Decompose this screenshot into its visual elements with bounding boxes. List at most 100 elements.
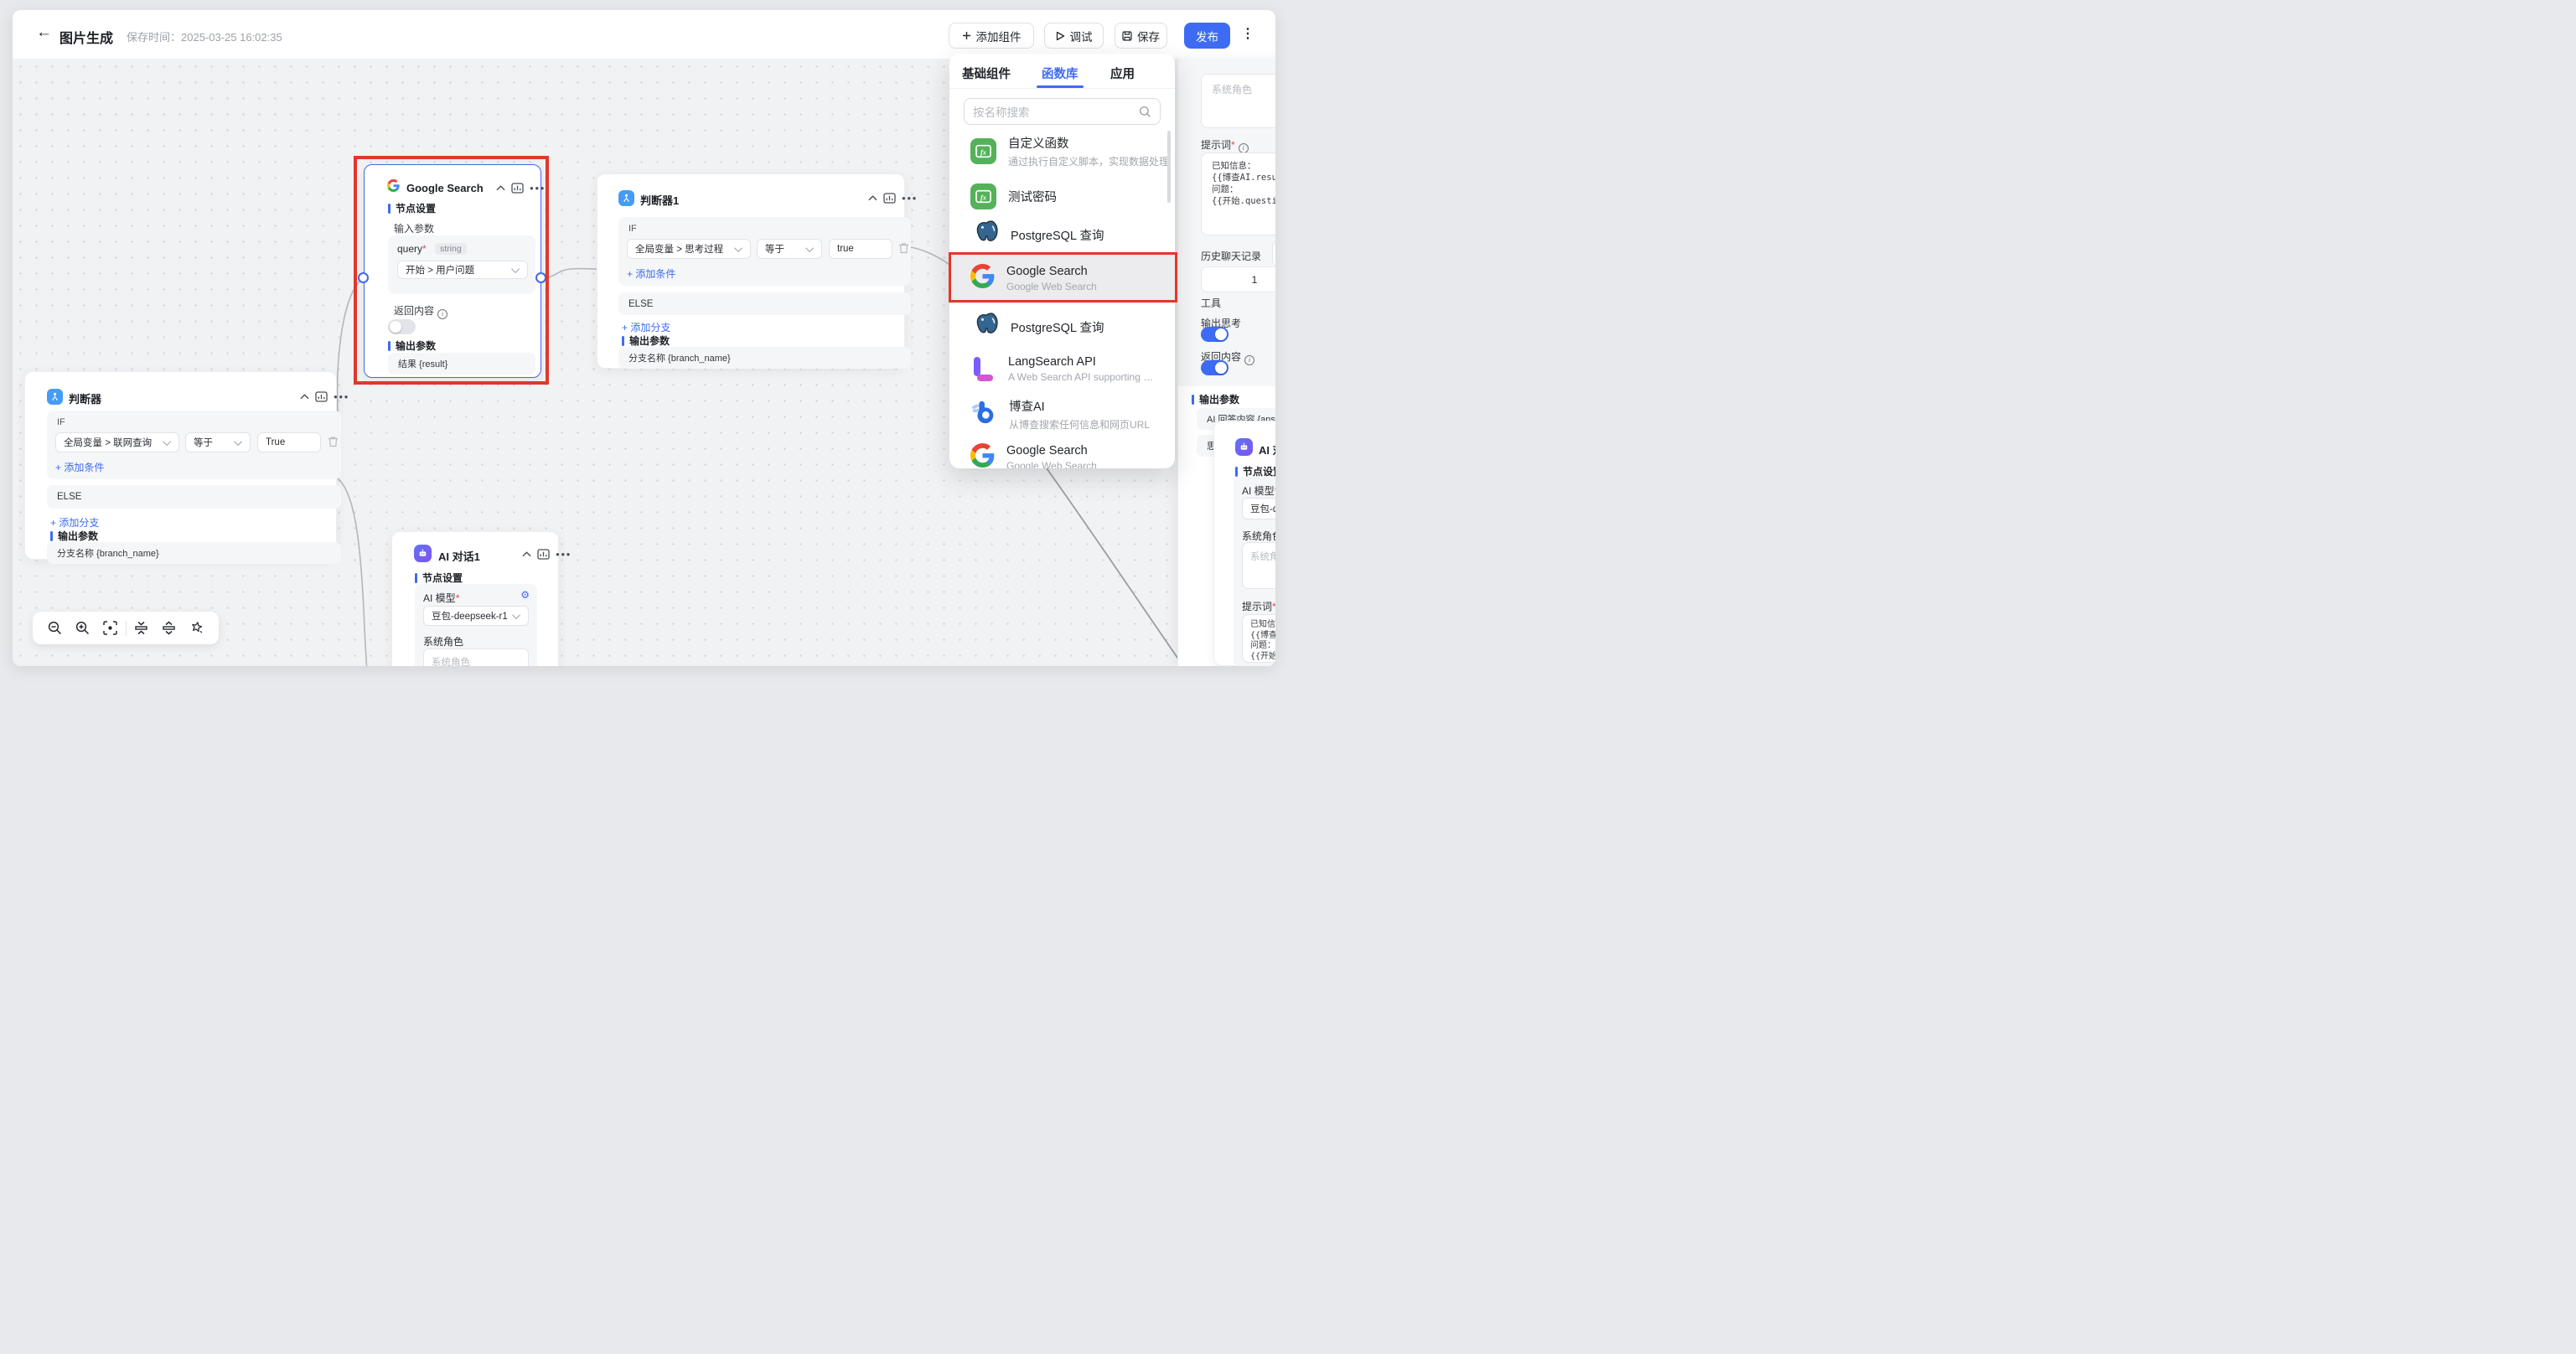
canvas-toolbar <box>33 612 219 644</box>
log-icon[interactable] <box>883 193 896 204</box>
return-content-toggle[interactable] <box>388 319 416 334</box>
history-count-input[interactable]: 1 <box>1201 266 1275 292</box>
system-role-textarea[interactable]: 系统角色 <box>1242 542 1275 589</box>
svg-text:fx: fx <box>980 147 987 156</box>
more-icon[interactable]: ●●● <box>556 550 572 558</box>
model-select[interactable]: 豆包-deepseek-r1 <box>423 606 529 626</box>
more-icon[interactable]: ●●● <box>902 194 918 202</box>
collapse-icon[interactable] <box>496 185 505 191</box>
chevron-down-icon <box>512 611 520 619</box>
condition-left-value: 全局变量 > 联网查询 <box>64 436 152 449</box>
tab-applications[interactable]: 应用 <box>1110 65 1135 82</box>
back-icon[interactable]: ← <box>36 23 52 42</box>
list-item-test-password[interactable]: fx 测试密码 <box>949 178 1175 214</box>
condition-value-input[interactable]: True <box>257 432 321 452</box>
log-icon[interactable] <box>537 549 550 560</box>
expand-vertical-icon[interactable] <box>155 612 183 644</box>
node-google-search[interactable]: Google Search ●●● 节点设置 输入参数 query* strin… <box>364 164 541 378</box>
add-condition-link[interactable]: + 添加条件 <box>627 266 675 281</box>
node-ai-chat2[interactable]: AI 对话2 节点设置 AI 模型* 豆包-deepseek-r1 系统角色 系… <box>1213 421 1275 666</box>
prompt-textarea[interactable]: 已知信息： {{博查AI.result}} 问题： {{开始.question}… <box>1201 152 1275 235</box>
collapse-icon[interactable] <box>522 551 531 557</box>
system-role-placeholder: 系统角色 <box>432 655 470 666</box>
tab-function-library[interactable]: 函数库 <box>1042 65 1079 82</box>
condition-left-select[interactable]: 全局变量 > 联网查询 <box>55 432 179 452</box>
more-icon[interactable]: ●●● <box>334 393 349 401</box>
kebab-menu-icon[interactable]: ⋮ <box>1239 25 1256 42</box>
condition-left-select[interactable]: 全局变量 > 思考过程 <box>627 239 751 259</box>
model-label: AI 模型* <box>1242 483 1275 498</box>
zoom-in-icon[interactable] <box>69 612 96 644</box>
add-branch-link[interactable]: + 添加分支 <box>50 515 99 530</box>
save-label: 保存 <box>1137 28 1160 44</box>
input-port[interactable] <box>358 272 369 283</box>
zoom-out-icon[interactable] <box>41 612 69 644</box>
condition-op-select[interactable]: 等于 <box>757 239 822 259</box>
play-icon <box>1056 31 1065 41</box>
input-params-label: 输入参数 <box>394 221 434 235</box>
prompt-textarea[interactable]: 已知信息： {{博查AI.result}} 问题： {{开始.question}… <box>1242 614 1275 663</box>
auto-layout-star-icon[interactable] <box>183 612 210 644</box>
publish-button[interactable]: 发布 <box>1184 23 1230 49</box>
list-item-langsearch[interactable]: LangSearch APIA Web Search API supportin… <box>949 347 1175 390</box>
top-bar: ← 图片生成 保存时间：2025-03-25 16:02:35 添加组件 调试 … <box>13 10 1275 59</box>
fit-view-icon[interactable] <box>96 612 124 644</box>
condition-value: True <box>266 437 285 447</box>
debug-button[interactable]: 调试 <box>1044 23 1104 49</box>
tab-basic-components[interactable]: 基础组件 <box>962 65 1011 82</box>
system-role-textarea[interactable]: 系统角色 <box>423 649 529 666</box>
list-item-postgresql[interactable]: PostgreSQL 查询 <box>949 216 1175 253</box>
add-condition-link[interactable]: + 添加条件 <box>55 460 104 474</box>
output-port[interactable] <box>535 272 546 283</box>
else-branch[interactable]: ELSE <box>47 485 341 509</box>
gear-icon[interactable]: ⚙ <box>520 589 530 601</box>
tools-button[interactable]: 工具 <box>1272 241 1275 266</box>
scrollbar-thumb[interactable] <box>1167 131 1171 203</box>
node-judge1[interactable]: 判断器1 ●●● IF 全局变量 > 思考过程 等于 true + 添加条件 E… <box>597 173 905 369</box>
return-content-label: 返回内容i <box>394 303 447 319</box>
log-icon[interactable] <box>315 391 328 402</box>
list-item-google-search[interactable]: Google SearchGoogle Web Search <box>949 436 1175 468</box>
list-item-bocha-ai[interactable]: 博查AI从博查搜索任何信息和网页URL <box>949 392 1175 436</box>
condition-value-input[interactable]: true <box>829 239 892 259</box>
model-select[interactable]: 豆包-deepseek-r1 <box>1242 498 1275 519</box>
query-value-select[interactable]: 开始 > 用户问题 <box>397 261 528 279</box>
system-role-textarea[interactable]: 系统角色 <box>1201 74 1275 128</box>
postgresql-icon <box>970 219 999 251</box>
system-role-placeholder: 系统角色 <box>1250 550 1275 563</box>
page-title: 图片生成 <box>59 27 113 47</box>
node-ai-chat1[interactable]: AI 对话1 ●●● 节点设置 AI 模型* ⚙ 豆包-deepseek-r1 … <box>391 531 559 666</box>
prompt-label: 提示词*i <box>1242 599 1275 615</box>
return-content-toggle[interactable] <box>1201 360 1229 375</box>
node-judge[interactable]: 判断器 ●●● IF 全局变量 > 联网查询 等于 True + 添加条件 EL… <box>24 371 337 560</box>
add-component-button[interactable]: 添加组件 <box>949 23 1034 49</box>
prompt-line: {{开始.question}} <box>1250 652 1275 663</box>
collapse-icon[interactable] <box>868 195 877 201</box>
output-thinking-toggle[interactable] <box>1201 327 1229 342</box>
fx-icon: fx <box>970 138 996 164</box>
more-icon[interactable]: ●●● <box>530 184 546 192</box>
add-branch-link[interactable]: + 添加分支 <box>622 320 670 334</box>
add-component-label: 添加组件 <box>976 28 1022 44</box>
search-input[interactable]: 按名称搜索 <box>964 98 1161 125</box>
if-label: IF <box>57 417 65 427</box>
fx-icon: fx <box>970 183 996 209</box>
list-item-custom-function[interactable]: fx 自定义函数通过执行自定义脚本，实现数据处理 <box>949 127 1175 174</box>
list-item-postgresql[interactable]: PostgreSQL 查询 <box>949 308 1175 345</box>
collapse-icon[interactable] <box>300 394 309 400</box>
prompt-line: {{博查AI.result}} <box>1212 172 1275 183</box>
model-value: 豆包-deepseek-r1 <box>1250 502 1275 515</box>
trash-icon[interactable] <box>328 436 339 447</box>
trash-icon[interactable] <box>898 242 909 254</box>
list-item-google-search[interactable]: Google SearchGoogle Web Search <box>949 253 1175 303</box>
query-label: query* <box>397 243 427 255</box>
chevron-down-icon <box>234 437 242 446</box>
save-button[interactable]: 保存 <box>1115 23 1167 49</box>
log-icon[interactable] <box>511 183 524 194</box>
node-title: AI 对话2 <box>1259 442 1275 457</box>
google-icon <box>387 179 400 196</box>
condition-op-select[interactable]: 等于 <box>185 432 251 452</box>
else-branch[interactable]: ELSE <box>618 292 911 315</box>
prompt-line: {{博查AI.result}} <box>1250 631 1275 642</box>
collapse-vertical-icon[interactable] <box>128 612 156 644</box>
